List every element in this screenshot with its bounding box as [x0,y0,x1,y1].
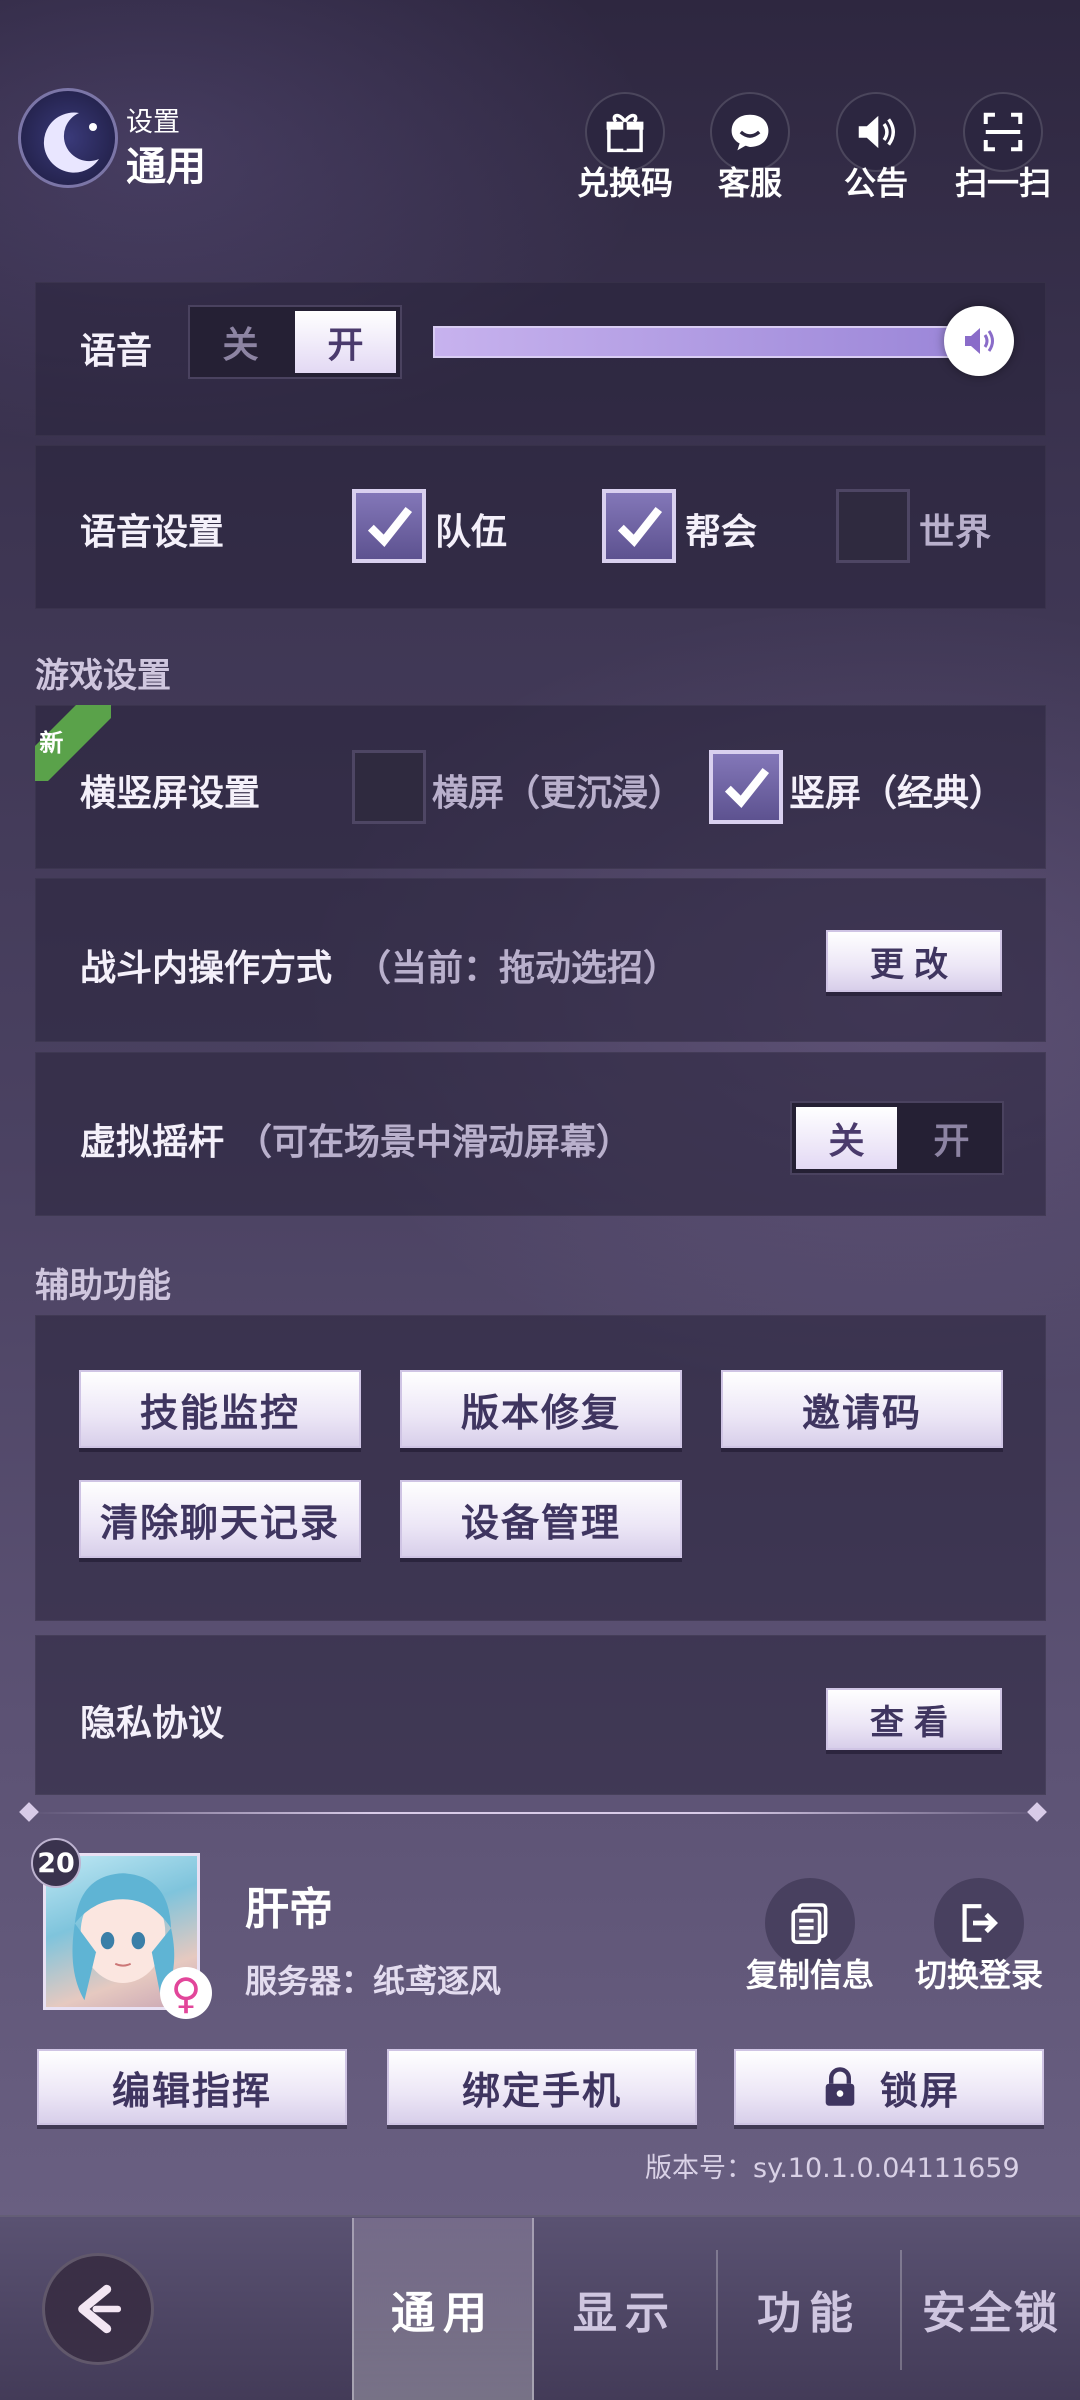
invite-code-button[interactable]: 邀请码 [721,1370,1003,1448]
landscape-label: 横屏（更沉浸） [432,773,685,814]
battle-mode-note: （当前：拖动选招） [355,948,680,989]
orientation-label: 横竖屏设置 [80,773,261,814]
portrait-checkbox[interactable] [709,750,783,824]
voice-on-option[interactable]: 开 [295,311,396,373]
level-badge: 20 [31,1838,81,1888]
change-button[interactable]: 更改 [826,930,1002,992]
copy-info-label[interactable]: 复制信息 [740,1950,880,1996]
voice-label: 语音 [80,331,153,372]
joystick-on-option[interactable]: 开 [901,1103,1002,1173]
lock-icon [825,2067,855,2106]
team-checkbox[interactable] [352,489,426,563]
joystick-toggle[interactable]: 关 开 [790,1101,1004,1175]
joystick-note: （可在场景中滑动屏幕） [236,1122,633,1163]
new-badge-text: 新 [39,728,63,757]
guild-checkbox[interactable] [602,489,676,563]
tab-security-lock[interactable]: 安全锁 [902,2218,1080,2400]
voice-off-option[interactable]: 关 [190,307,291,377]
world-checkbox[interactable] [836,489,910,563]
guild-label: 帮会 [685,512,758,553]
portrait-label: 竖屏（经典） [789,773,1006,814]
team-label: 队伍 [435,512,508,553]
tab-function[interactable]: 功能 [718,2218,900,2400]
voice-toggle[interactable]: 关 开 [188,305,402,379]
lock-screen-label: 锁屏 [879,2068,960,2113]
tab-general[interactable]: 通用 [352,2218,534,2400]
back-arrow-icon [78,2284,122,2334]
skill-monitor-button[interactable]: 技能监控 [79,1370,361,1448]
world-label: 世界 [919,512,992,553]
game-settings-heading: 游戏设置 [35,656,171,696]
landscape-checkbox[interactable] [352,750,426,824]
assist-heading: 辅助功能 [35,1266,171,1306]
redeem-code-label[interactable]: 兑换码 [560,158,690,204]
female-icon: ♀ [160,1967,212,2019]
clear-chat-button[interactable]: 清除聊天记录 [79,1480,361,1558]
edit-command-button[interactable]: 编辑指挥 [37,2049,347,2125]
gender-symbol: ♀ [170,1968,202,2018]
lock-screen-button[interactable]: 锁屏 [734,2049,1044,2125]
page-title: 通用 [126,144,206,190]
volume-icon [965,328,994,354]
version-text: 版本号：sy.10.1.0.04111659 [645,2153,1020,2184]
privacy-label: 隐私协议 [80,1703,225,1744]
announcement-label[interactable]: 公告 [811,158,941,204]
divider-left-ornament [19,1802,39,1822]
server-name: 服务器：纸鸢逐风 [245,1962,502,2000]
volume-slider-handle[interactable] [944,306,1014,376]
switch-login-label[interactable]: 切换登录 [904,1950,1054,1996]
volume-slider-track[interactable] [433,326,963,358]
joystick-label: 虚拟摇杆 [80,1122,225,1163]
version-repair-button[interactable]: 版本修复 [400,1370,682,1448]
view-button[interactable]: 查看 [826,1688,1002,1750]
divider [30,1812,1050,1814]
assist-panel [35,1315,1046,1621]
scan-label[interactable]: 扫一扫 [938,158,1068,204]
voice-settings-label: 语音设置 [80,512,225,553]
back-button[interactable] [42,2253,154,2365]
bind-phone-button[interactable]: 绑定手机 [387,2049,697,2125]
battle-mode-label: 战斗内操作方式 [80,948,333,989]
moon-logo-icon [18,88,118,188]
divider-right-ornament [1027,1802,1047,1822]
tab-display[interactable]: 显示 [534,2218,716,2400]
device-management-button[interactable]: 设备管理 [400,1480,682,1558]
player-name: 肝帝 [245,1884,333,1935]
joystick-off-option[interactable]: 关 [796,1107,897,1169]
voice-panel [35,282,1046,436]
customer-service-label[interactable]: 客服 [685,158,815,204]
level-text: 20 [37,1847,75,1879]
